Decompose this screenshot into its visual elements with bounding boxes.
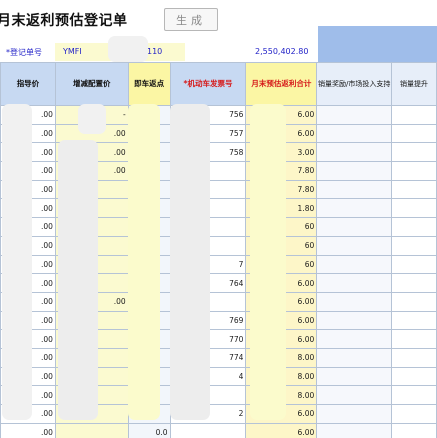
total-amount: 2,550,402.80 <box>255 47 309 56</box>
cell-sales-boost[interactable] <box>391 347 437 368</box>
cell-sales-reward[interactable] <box>316 347 393 368</box>
cell-sales-reward[interactable] <box>316 142 393 163</box>
cell-sales-reward[interactable] <box>316 385 393 405</box>
cell-sales-reward[interactable] <box>316 291 393 312</box>
cell-sales-reward[interactable] <box>316 217 393 237</box>
table-header-row: 指导价 增减配置价 即车返点 *机动车发票号 月末预估返利合计 销量奖励/市场投… <box>0 62 437 106</box>
cell-sales-boost[interactable] <box>391 329 437 349</box>
cell-config-price[interactable] <box>54 422 129 438</box>
cell-sales-boost[interactable] <box>391 310 437 331</box>
cell-sales-reward[interactable] <box>316 123 393 144</box>
cell-sales-boost[interactable] <box>391 366 437 387</box>
cell-sales-reward[interactable] <box>316 179 393 200</box>
reg-no-suffix: 110 <box>147 47 163 56</box>
redaction-blur <box>2 104 32 420</box>
spreadsheet-window: 月末返利预估登记单 生成 *登记单号 YMFI 110 2,550,402.80… <box>0 0 437 438</box>
col-header-instant-rebate[interactable]: 即车返点 <box>127 62 171 106</box>
table-row: .00 0.0 6.00 <box>0 422 437 438</box>
cell-guide-price[interactable]: .00 <box>0 422 56 438</box>
redaction-blur <box>170 104 210 420</box>
reg-no-label: *登记单号 <box>6 48 42 57</box>
cell-instant-rebate[interactable]: 0.0 <box>127 422 171 438</box>
reg-no-prefix: YMFI <box>63 47 82 56</box>
cell-sales-reward[interactable] <box>316 422 393 438</box>
page-title: 月末返利预估登记单 <box>0 13 128 29</box>
cell-sales-boost[interactable] <box>391 142 437 163</box>
cell-sales-reward[interactable] <box>316 235 393 256</box>
redaction-blur <box>58 140 98 420</box>
cell-sales-boost[interactable] <box>391 235 437 256</box>
cell-sales-boost[interactable] <box>391 105 437 125</box>
cell-sales-reward[interactable] <box>316 310 393 331</box>
cell-sales-boost[interactable] <box>391 404 437 424</box>
redaction-blur <box>108 36 148 62</box>
redaction-blur <box>250 104 286 420</box>
cell-sales-boost[interactable] <box>391 385 437 405</box>
cell-sales-reward[interactable] <box>316 329 393 349</box>
cell-sales-boost[interactable] <box>391 179 437 200</box>
cell-sales-reward[interactable] <box>316 198 393 219</box>
col-header-sales-reward[interactable]: 销量奖励/市场投入支持 <box>316 62 393 106</box>
cell-sales-reward[interactable] <box>316 161 393 181</box>
cell-sales-reward[interactable] <box>316 254 393 275</box>
title-bar: 月末返利预估登记单 生成 <box>0 0 318 42</box>
cell-sales-boost[interactable] <box>391 198 437 219</box>
cell-sales-boost[interactable] <box>391 254 437 275</box>
cell-sales-reward[interactable] <box>316 273 393 293</box>
cell-sales-boost[interactable] <box>391 273 437 293</box>
cell-sales-reward[interactable] <box>316 404 393 424</box>
redaction-blur <box>128 104 160 420</box>
cell-sales-boost[interactable] <box>391 291 437 312</box>
col-header-guide-price[interactable]: 指导价 <box>0 62 56 106</box>
cell-sales-reward[interactable] <box>316 366 393 387</box>
generate-button[interactable]: 生成 <box>164 8 218 31</box>
header-band-right <box>318 26 437 62</box>
col-header-sales-boost[interactable]: 销量提升 <box>391 62 437 106</box>
col-header-monthly-rebate-total[interactable]: 月末预估返利合计 <box>245 62 318 106</box>
cell-sales-boost[interactable] <box>391 123 437 144</box>
cell-sales-reward[interactable] <box>316 105 393 125</box>
table-row: .00-756 6.00 <box>0 105 437 125</box>
cell-sales-boost[interactable] <box>391 161 437 181</box>
col-header-invoice-no[interactable]: *机动车发票号 <box>169 62 247 106</box>
cell-rebate-total[interactable]: 6.00 <box>245 422 318 438</box>
cell-sales-boost[interactable] <box>391 422 437 438</box>
redaction-blur <box>78 104 106 134</box>
col-header-config-price[interactable]: 增减配置价 <box>54 62 129 106</box>
cell-sales-boost[interactable] <box>391 217 437 237</box>
registration-info-row: *登记单号 YMFI 110 2,550,402.80 <box>0 42 318 62</box>
cell-invoice-no[interactable] <box>169 422 247 438</box>
